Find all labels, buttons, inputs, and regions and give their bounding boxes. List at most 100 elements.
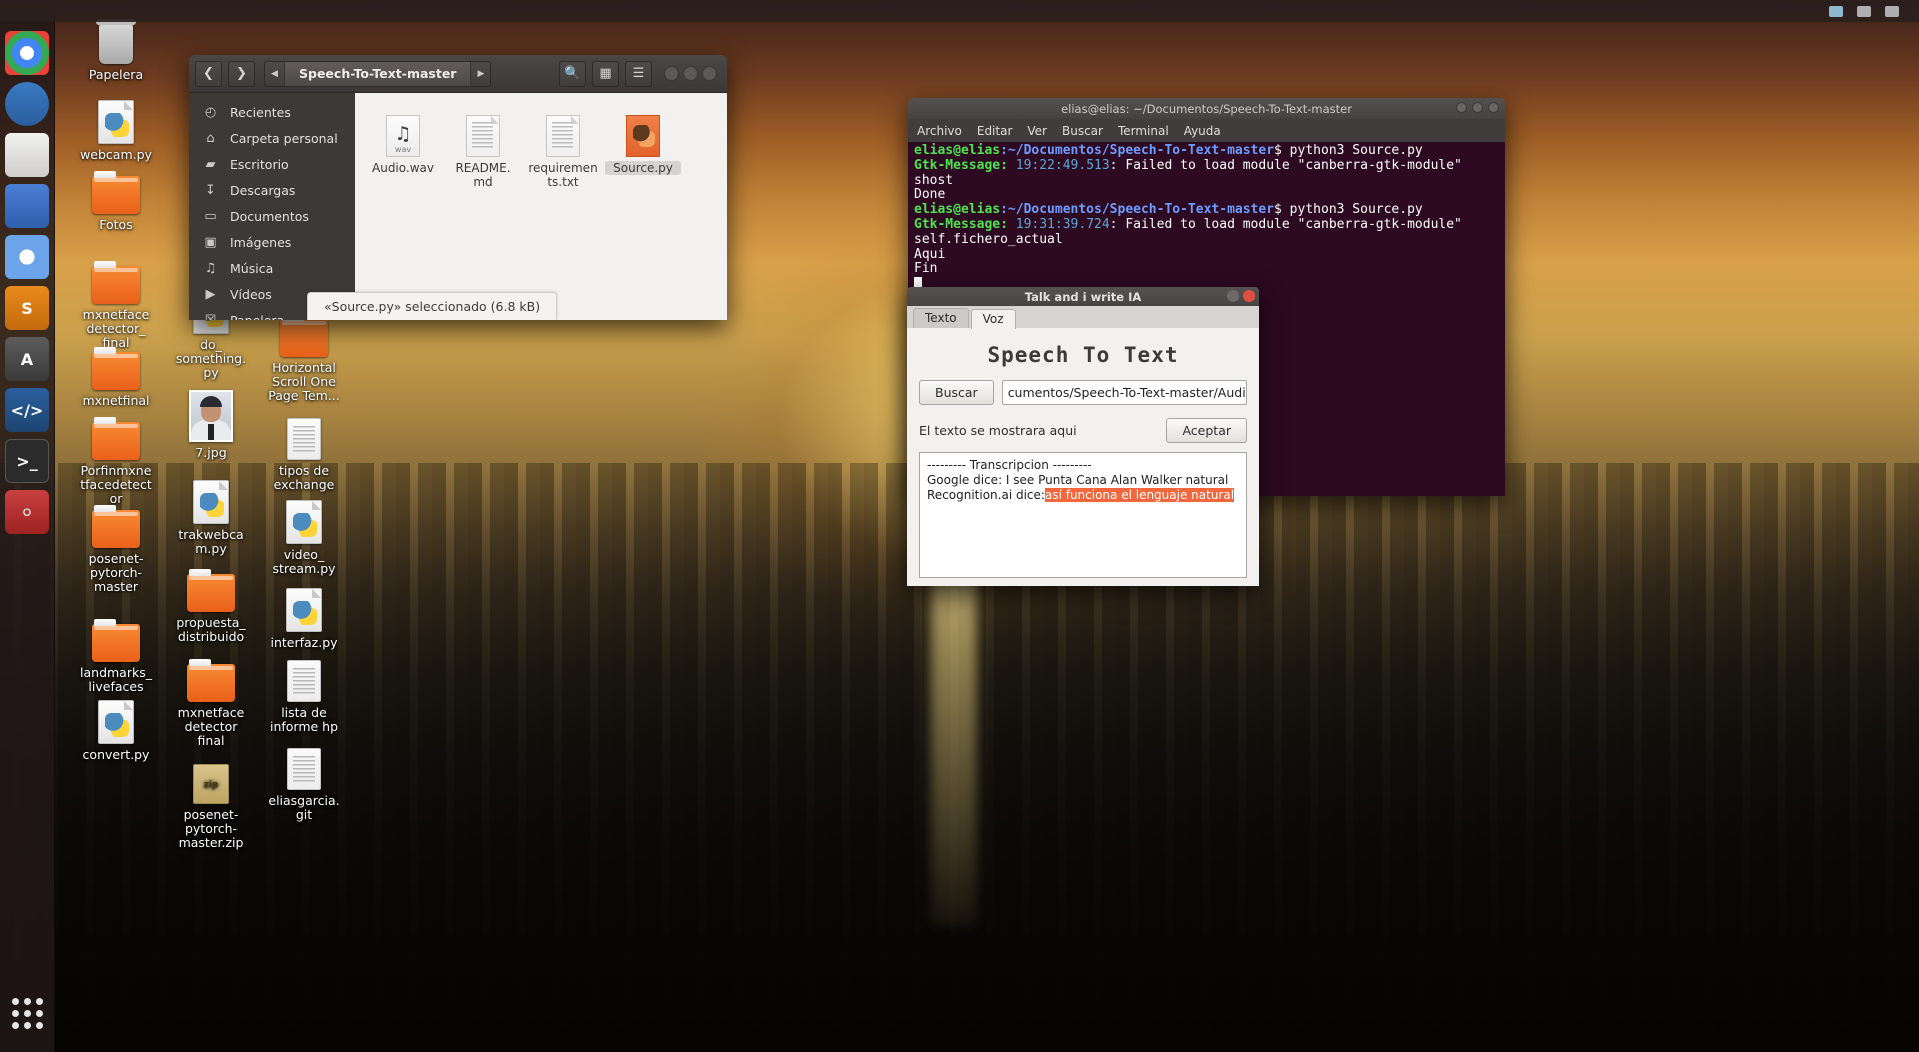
folder-icon xyxy=(92,505,140,548)
desktop-icon[interactable]: webcam.py xyxy=(70,100,162,162)
file-manager-content[interactable]: ♫ wav Audio.wav README. md requiremen ts.txt So… xyxy=(355,93,727,320)
launcher-item-sublime[interactable]: S xyxy=(5,286,49,330)
launcher-item-writer[interactable] xyxy=(5,184,49,228)
launcher-item-chromium[interactable] xyxy=(5,235,49,279)
file-item[interactable]: ♫ wav Audio.wav xyxy=(365,107,441,189)
sidebar-item-carpeta-personal[interactable]: ⌂ Carpeta personal xyxy=(189,125,355,151)
sidebar-item-label: Carpeta personal xyxy=(230,130,338,146)
sidebar-item-descargas[interactable]: ↧ Descargas xyxy=(189,177,355,203)
desktop-icon[interactable]: Papelera xyxy=(70,19,162,82)
transcription-output[interactable]: --------- Transcripcion --------- Google… xyxy=(919,452,1247,578)
sidebar-item-música[interactable]: ♫ Música xyxy=(189,255,355,281)
desktop-icon-label: webcam.py xyxy=(80,147,152,162)
accept-button[interactable]: Aceptar xyxy=(1166,418,1247,443)
terminal-minimize-button[interactable] xyxy=(1456,102,1467,113)
desktop-icon[interactable]: mxnetface detector final xyxy=(165,659,257,748)
close-icon[interactable] xyxy=(1243,290,1255,302)
speech-to-text-dialog[interactable]: Talk and i write IA Texto Voz Speech To T… xyxy=(907,287,1259,586)
file-manager-window[interactable]: ❮ ❯ ◀ Speech-To-Text-master ▶ 🔍 ▦ ☰ ◴ Rec… xyxy=(189,55,727,320)
desktop-icon[interactable]: eliasgarcia. git xyxy=(258,748,350,822)
close-button[interactable] xyxy=(702,66,717,81)
terminal-maximize-button[interactable] xyxy=(1472,102,1483,113)
minimize-icon[interactable] xyxy=(1227,290,1239,302)
network-icon[interactable] xyxy=(1829,5,1843,17)
view-grid-icon: ▦ xyxy=(599,66,612,81)
chevron-right-icon[interactable]: ▶ xyxy=(471,69,490,79)
desktop-icon[interactable]: Porfinmxne tfacedetect or xyxy=(70,417,162,506)
desktop-icon[interactable]: landmarks_ livefaces xyxy=(70,619,162,694)
desktop-icon[interactable]: Horizontal Scroll One Page Tem... xyxy=(258,314,350,403)
grid-dot xyxy=(36,998,43,1005)
minimize-button[interactable] xyxy=(664,66,679,81)
sidebar-item-recientes[interactable]: ◴ Recientes xyxy=(189,99,355,125)
menu-item-terminal[interactable]: Terminal xyxy=(1118,124,1169,138)
launcher-item-record[interactable]: ⚪ xyxy=(5,490,49,534)
terminal-line: self.fichero_actual xyxy=(914,231,1063,247)
tab-voz[interactable]: Voz xyxy=(970,309,1016,329)
menu-item-archivo[interactable]: Archivo xyxy=(917,124,962,138)
terminal-menubar[interactable]: Archivo Editar Ver Buscar Terminal Ayuda xyxy=(908,119,1505,142)
browse-button[interactable]: Buscar xyxy=(919,380,994,405)
desktop-icon[interactable]: mxnetface detector_ final xyxy=(70,261,162,350)
desktop-icon[interactable]: tipos de exchange xyxy=(258,418,350,492)
desktop-icon-label: posenet-pytorch-master.zip xyxy=(178,807,244,850)
battery-icon[interactable] xyxy=(1885,5,1899,17)
tab-texto[interactable]: Texto xyxy=(913,308,969,328)
desktop-icon[interactable]: zip posenet-pytorch-master.zip xyxy=(165,762,257,850)
menu-item-editar[interactable]: Editar xyxy=(977,124,1013,138)
search-button[interactable]: 🔍 xyxy=(559,60,586,87)
maximize-button[interactable] xyxy=(683,66,698,81)
dialog-title: Talk and i write IA xyxy=(1024,289,1142,304)
desktop-icon[interactable]: mxnetfinal xyxy=(70,347,162,408)
desktop-icon[interactable]: lista de informe hp xyxy=(258,660,350,734)
file-item[interactable]: README. md xyxy=(445,107,521,189)
python-snake-icon xyxy=(293,513,317,537)
grid-dot xyxy=(24,1022,31,1029)
file-manager-sidebar[interactable]: ◴ Recientes ⌂ Carpeta personal ▰ Escritorio ↧ D… xyxy=(189,93,355,320)
terminal-close-button[interactable] xyxy=(1488,102,1499,113)
vscode-glyph: </> xyxy=(10,400,44,420)
desktop-icon[interactable]: propuesta_ distribuido xyxy=(165,569,257,644)
launcher-item-vscode[interactable]: </> xyxy=(5,388,49,432)
launcher-item-thunderbird[interactable] xyxy=(5,82,49,126)
volume-icon[interactable] xyxy=(1857,5,1871,17)
dialog-tabs[interactable]: Texto Voz xyxy=(907,306,1259,329)
file-grid: ♫ wav Audio.wav README. md requiremen ts.txt So… xyxy=(355,103,727,193)
desktop-icon[interactable]: video_ stream.py xyxy=(258,500,350,576)
launcher-item-software[interactable]: A xyxy=(5,337,49,381)
sidebar-item-imágenes[interactable]: ▣ Imágenes xyxy=(189,229,355,255)
unity-launcher[interactable]: S A </> >_ ⚪ xyxy=(0,0,55,1052)
view-list-button[interactable]: ☰ xyxy=(625,60,652,87)
chevron-left-icon[interactable]: ◀ xyxy=(265,69,284,79)
view-grid-button[interactable]: ▦ xyxy=(592,60,619,87)
breadcrumb-current[interactable]: Speech-To-Text-master xyxy=(284,61,472,86)
terminal-line: Fin xyxy=(914,261,938,277)
file-item[interactable]: Source.py xyxy=(605,107,681,189)
grid-dot xyxy=(12,998,19,1005)
desktop-icon[interactable]: convert.py xyxy=(70,700,162,762)
sidebar-item-documentos[interactable]: ▭ Documentos xyxy=(189,203,355,229)
show-applications-button[interactable] xyxy=(12,998,44,1030)
python-snake-icon xyxy=(293,601,317,625)
desktop-icon[interactable]: posenet-pytorch-master xyxy=(70,505,162,594)
desktop-icon[interactable]: trakwebca m.py xyxy=(165,480,257,556)
launcher-item-files[interactable] xyxy=(5,133,49,177)
desktop-icon[interactable]: 7.jpg xyxy=(165,390,257,460)
desktop-icon-label: trakwebca m.py xyxy=(178,527,244,556)
clock-icon: ◴ xyxy=(204,104,217,120)
sublime-glyph: S xyxy=(21,298,33,318)
forward-button[interactable]: ❯ xyxy=(228,60,255,87)
sidebar-item-escritorio[interactable]: ▰ Escritorio xyxy=(189,151,355,177)
file-path-input[interactable]: cumentos/Speech-To-Text-master/Audio.wav xyxy=(1001,380,1247,405)
file-item[interactable]: requiremen ts.txt xyxy=(525,107,601,189)
menu-item-buscar[interactable]: Buscar xyxy=(1062,124,1103,138)
desktop-icon[interactable]: interfaz.py xyxy=(258,588,350,650)
launcher-item-terminal[interactable]: >_ xyxy=(5,439,49,483)
menu-item-ayuda[interactable]: Ayuda xyxy=(1184,124,1221,138)
breadcrumb[interactable]: ◀ Speech-To-Text-master ▶ xyxy=(264,60,492,87)
launcher-item-chrome[interactable] xyxy=(5,31,49,75)
desktop-icon[interactable]: Fotos xyxy=(70,171,162,232)
menu-item-ver[interactable]: Ver xyxy=(1027,124,1047,138)
back-button[interactable]: ❮ xyxy=(195,60,222,87)
trash-icon: ☒ xyxy=(204,312,217,321)
